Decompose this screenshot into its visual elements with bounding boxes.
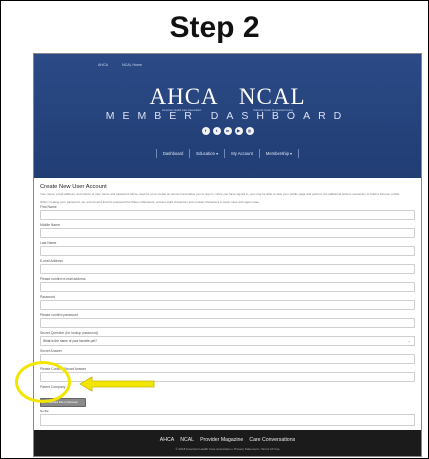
footer-link-ncal[interactable]: NCAL — [180, 437, 194, 443]
chevron-down-icon: ⌄ — [407, 338, 411, 343]
site-footer: AHCA NCAL Provider Magazine Care Convers… — [34, 430, 421, 456]
no-file-text: No file — [40, 409, 49, 413]
facebook-icon[interactable]: f — [201, 127, 210, 135]
tab-my-account[interactable]: My Account — [224, 149, 259, 158]
brand-ahca: AHCA — [149, 84, 219, 109]
password-field[interactable] — [40, 300, 415, 310]
confirm-password-field[interactable] — [40, 318, 415, 328]
top-nav-link-ahca[interactable]: AHCA — [98, 63, 108, 67]
pointer-arrow-icon — [79, 376, 155, 392]
instruction-slide: Step 2 AHCA NCAL Home AHCA NCAL American… — [0, 0, 429, 459]
confirm-email-field[interactable] — [40, 282, 415, 292]
tab-membership[interactable]: Membership ▾ — [258, 149, 300, 158]
security-question-value: What is the name of your favorite pet? — [43, 339, 97, 343]
instagram-icon[interactable]: ◎ — [245, 127, 254, 135]
security-question-select[interactable]: What is the name of your favorite pet? ⌄ — [40, 336, 415, 346]
footer-link-care-conversations[interactable]: Care Conversations — [249, 437, 295, 443]
highlight-circle — [15, 361, 71, 403]
password-note: When creating your password, we recommen… — [40, 200, 260, 204]
footer-links: AHCA NCAL Provider Magazine Care Convers… — [34, 437, 421, 443]
form-title: Create New User Account — [40, 184, 107, 190]
dashboard-header: AHCA NCAL Home AHCA NCAL American Health… — [34, 54, 421, 178]
first-name-field[interactable] — [40, 210, 415, 220]
footer-copyright: © 2018 American Health Care Association … — [175, 447, 280, 451]
email-field[interactable] — [40, 264, 415, 274]
top-nav-link-ncal[interactable]: NCAL Home — [122, 63, 142, 67]
screenshot-panel: AHCA NCAL Home AHCA NCAL American Health… — [33, 53, 422, 457]
tab-education[interactable]: Education ▾ — [189, 149, 224, 158]
dashboard-title: MEMBER DASHBOARD — [105, 110, 350, 122]
brand-logo: AHCA NCAL American Health Care Associati… — [34, 84, 421, 112]
social-icons: f t in ▶ ◎ — [34, 127, 421, 135]
youtube-icon[interactable]: ▶ — [234, 127, 243, 135]
twitter-icon[interactable]: t — [212, 127, 221, 135]
middle-name-field[interactable] — [40, 228, 415, 238]
form-intro: Your name, email address, and choice of … — [40, 192, 401, 196]
step-heading: Step 2 — [169, 11, 260, 44]
parent-company-field[interactable] — [40, 414, 415, 426]
security-answer-field[interactable] — [40, 354, 415, 364]
footer-link-provider-magazine[interactable]: Provider Magazine — [200, 437, 243, 443]
tab-dashboard[interactable]: Dashboard — [155, 149, 190, 158]
brand-ncal: NCAL — [238, 84, 306, 109]
top-nav: AHCA NCAL Home — [98, 63, 142, 67]
footer-link-ahca[interactable]: AHCA — [160, 437, 174, 443]
main-nav: Dashboard Education ▾ My Account Members… — [34, 149, 421, 158]
last-name-field[interactable] — [40, 246, 415, 256]
linkedin-icon[interactable]: in — [223, 127, 232, 135]
create-account-form: Create New User Account Your name, email… — [34, 178, 421, 439]
